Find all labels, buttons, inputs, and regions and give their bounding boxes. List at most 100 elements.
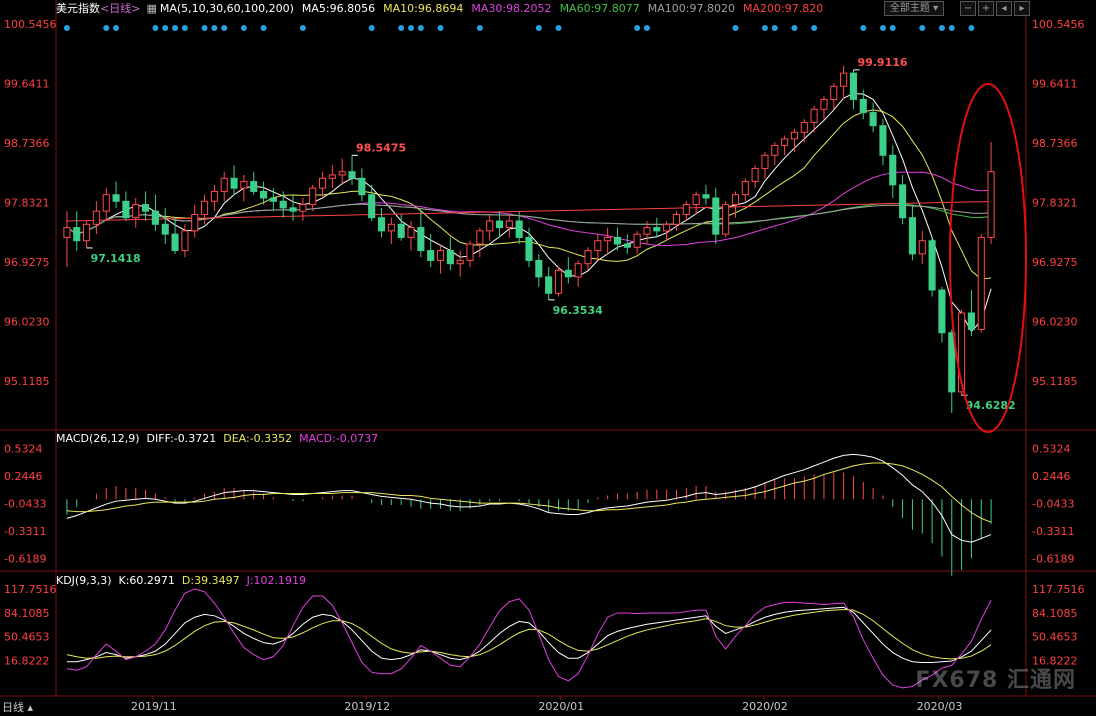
candle-body — [702, 194, 710, 199]
candle-body — [505, 220, 513, 229]
candle-body — [348, 171, 356, 179]
event-marker-icon — [860, 25, 867, 31]
candle-body — [466, 243, 474, 261]
event-marker-icon — [938, 25, 945, 31]
candle-body — [869, 112, 877, 127]
candle-body — [191, 213, 199, 232]
candle-body — [240, 181, 248, 189]
kdj-tick-left: 16.8222 — [4, 654, 50, 667]
event-marker-icon — [260, 25, 267, 31]
candle-body — [712, 197, 720, 235]
candle-body — [181, 230, 189, 252]
zoom-in-button[interactable]: + — [978, 1, 994, 16]
event-marker-icon — [201, 25, 208, 31]
candle-body — [269, 197, 277, 202]
candle-body — [92, 210, 100, 225]
scroll-right-button[interactable]: ▸ — [1014, 1, 1030, 16]
candle-body — [731, 194, 740, 206]
candle-body — [338, 171, 346, 176]
candle-body — [643, 227, 651, 235]
price-tick-right: 100.5456 — [1032, 18, 1085, 31]
ma60-label: MA60:97.8077 — [559, 2, 640, 15]
macd-tick-left: -0.0433 — [4, 497, 46, 510]
candle-body — [83, 223, 91, 242]
symbol-label[interactable]: 美元指数 — [56, 2, 100, 15]
scroll-left-button[interactable]: ◂ — [996, 1, 1012, 16]
macd-tick-left: 0.5324 — [4, 442, 43, 455]
price-tick-left: 98.7366 — [4, 137, 50, 150]
kdj-title: KDJ(9,3,3) — [56, 574, 112, 587]
candle-body — [299, 204, 307, 212]
candle-body — [151, 210, 159, 225]
event-marker-icon — [63, 25, 70, 31]
chart-header: 美元指数<日线> ▦ MA(5,10,30,60,100,200) MA5:96.80… — [0, 0, 831, 16]
event-marker-icon — [408, 25, 415, 31]
macd-dea-label: DEA:-0.3352 — [223, 432, 293, 445]
candle-body — [220, 177, 228, 192]
candle-body — [525, 236, 533, 261]
candle-body — [279, 200, 287, 209]
event-marker-icon — [879, 25, 886, 31]
event-marker-icon — [103, 25, 110, 31]
candle-body — [977, 236, 985, 330]
candle-body — [250, 181, 258, 192]
candle-body — [820, 98, 828, 110]
candle-body — [309, 187, 317, 206]
macd-header: MACD(26,12,9) DIFF:-0.3721 DEA:-0.3352 MACD… — [56, 432, 385, 445]
event-marker-icon — [398, 25, 405, 31]
event-marker-icon — [181, 25, 188, 31]
candle-body — [358, 177, 366, 196]
candle-body — [564, 269, 572, 278]
kdj-tick-left: 84.1085 — [4, 607, 50, 620]
ma10-label: MA10:96.8694 — [383, 2, 464, 15]
chart-canvas[interactable]: 100.5456 100.5456 99.6411 99.6411 98.7366 98.… — [0, 0, 1096, 716]
period-label[interactable]: <日线> — [100, 2, 140, 15]
zoom-out-button[interactable]: − — [960, 1, 976, 16]
candle-body — [938, 289, 946, 334]
candle-body — [682, 204, 690, 215]
event-marker-icon — [948, 25, 955, 31]
x-tick-label: 2019/11 — [131, 700, 177, 713]
price-tick-left: 96.9275 — [4, 256, 50, 269]
candle-body — [289, 207, 297, 212]
event-marker-icon — [299, 25, 306, 31]
watermark: FX678 汇通网 — [915, 668, 1076, 693]
candle-body — [604, 236, 612, 242]
event-marker-icon — [476, 25, 483, 31]
ma-params-label: MA(5,10,30,60,100,200) — [159, 2, 294, 15]
candle-body — [387, 223, 395, 232]
candle-body — [535, 259, 543, 278]
candle-body — [653, 227, 661, 232]
candle-body — [584, 250, 592, 265]
ma-toggle-icon[interactable]: ▦ — [146, 2, 156, 15]
annotation-high-label: 99.9116 — [857, 56, 907, 69]
macd-tick-left: -0.3311 — [4, 525, 46, 538]
candle-body — [476, 230, 484, 245]
candle-body — [859, 98, 867, 114]
event-marker-icon — [368, 25, 375, 31]
kdj-tick-right: 117.7516 — [1032, 583, 1085, 596]
theme-dropdown-button[interactable]: 全部主题 ▾ — [884, 1, 944, 16]
candle-body — [73, 227, 81, 242]
candle-body — [928, 240, 936, 291]
footer-period[interactable]: 日线 ▴ — [2, 699, 33, 715]
kdj-tick-left: 117.7516 — [4, 583, 57, 596]
highlight-ellipse — [949, 83, 1027, 433]
event-marker-icon — [771, 25, 778, 31]
event-marker-icon — [240, 25, 247, 31]
candle-body — [840, 72, 848, 87]
candle-body — [201, 200, 209, 215]
ma30-label: MA30:98.2052 — [471, 2, 552, 15]
macd-tick-left: 0.2446 — [4, 470, 43, 483]
candle-body — [102, 194, 110, 212]
macd-tick-right: -0.6189 — [1032, 552, 1074, 565]
event-marker-icon — [221, 25, 228, 31]
candle-body — [889, 154, 897, 186]
candle-body — [368, 194, 376, 219]
event-marker-icon — [162, 25, 169, 31]
event-marker-icon — [113, 25, 120, 31]
macd-tick-left: -0.6189 — [4, 552, 46, 565]
event-marker-icon — [634, 25, 641, 31]
candle-body — [328, 174, 336, 179]
candle-body — [771, 144, 779, 156]
